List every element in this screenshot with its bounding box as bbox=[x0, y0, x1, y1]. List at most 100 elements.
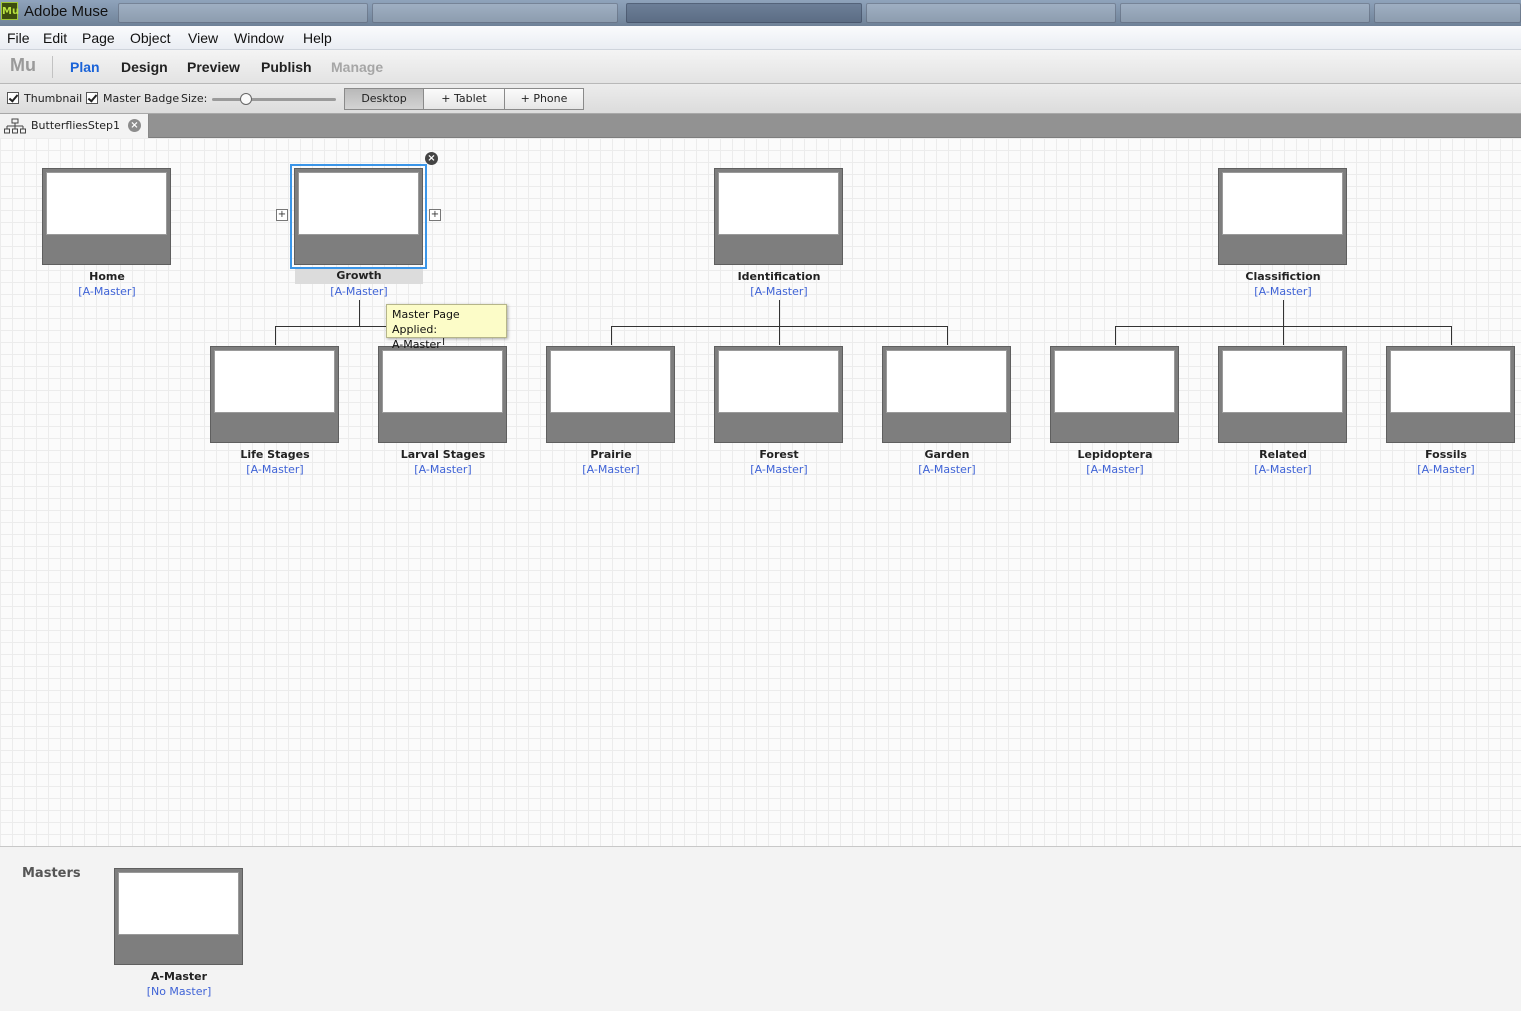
sitemap-icon bbox=[4, 118, 26, 134]
add-sibling-right-button[interactable]: + bbox=[429, 209, 441, 221]
master-badge-link[interactable]: [A-Master] bbox=[1371, 463, 1521, 476]
connector-line bbox=[779, 326, 780, 345]
connector-line bbox=[1283, 326, 1284, 345]
menu-bar bbox=[0, 26, 1521, 50]
mode-manage: Manage bbox=[331, 59, 384, 75]
page-thumbnail-fossils[interactable] bbox=[1386, 346, 1515, 443]
plus-icon: + bbox=[441, 92, 451, 105]
connector-line bbox=[1115, 326, 1116, 345]
master-badge-link[interactable]: [A-Master] bbox=[531, 463, 691, 476]
size-slider-thumb[interactable] bbox=[240, 93, 252, 105]
page-name[interactable]: Prairie bbox=[531, 448, 691, 461]
page-name[interactable]: Larval Stages bbox=[363, 448, 523, 461]
master-badge-link[interactable]: [A-Master] bbox=[27, 285, 187, 298]
master-badge-link[interactable]: [A-Master] bbox=[279, 285, 439, 298]
master-badge-link[interactable]: [A-Master] bbox=[1035, 463, 1195, 476]
master-thumbnail-a-master[interactable] bbox=[114, 868, 243, 965]
page-thumbnail-garden[interactable] bbox=[882, 346, 1011, 443]
mode-preview[interactable]: Preview bbox=[187, 59, 240, 75]
thumbnail-checkbox[interactable] bbox=[7, 92, 19, 104]
page-thumbnail-larval-stages[interactable] bbox=[378, 346, 507, 443]
master-badge-link[interactable]: [A-Master] bbox=[699, 463, 859, 476]
connector-line bbox=[611, 326, 612, 345]
layout-label: Phone bbox=[533, 92, 568, 105]
page-name[interactable]: Classifiction bbox=[1203, 270, 1363, 283]
master-badge-label: Master Badge bbox=[103, 92, 180, 105]
master-badge-checkbox[interactable] bbox=[86, 92, 98, 104]
taskbar-button[interactable] bbox=[372, 3, 618, 23]
page-name[interactable]: Identification bbox=[699, 270, 859, 283]
master-badge-link[interactable]: [A-Master] bbox=[363, 463, 523, 476]
master-badge-link[interactable]: [A-Master] bbox=[1203, 463, 1363, 476]
master-badge-link[interactable]: [A-Master] bbox=[867, 463, 1027, 476]
master-badge-link[interactable]: [No Master] bbox=[99, 985, 259, 998]
page-thumbnail-classifiction[interactable] bbox=[1218, 168, 1347, 265]
tooltip-line: Master Page Applied: bbox=[392, 308, 460, 336]
document-tab-label: ButterfliesStep1 bbox=[31, 119, 120, 132]
menu-edit[interactable]: Edit bbox=[43, 30, 67, 46]
add-sibling-left-button[interactable]: + bbox=[276, 209, 288, 221]
tooltip-line: A-Master bbox=[392, 338, 441, 351]
page-name[interactable]: Life Stages bbox=[195, 448, 355, 461]
layout-phone-button[interactable]: + Phone bbox=[504, 88, 584, 110]
layout-desktop-button[interactable]: Desktop bbox=[344, 88, 424, 110]
page-thumbnail-life-stages[interactable] bbox=[210, 346, 339, 443]
layout-label: Tablet bbox=[453, 92, 487, 105]
taskbar-button[interactable] bbox=[626, 3, 862, 23]
taskbar-button[interactable] bbox=[118, 3, 368, 23]
masters-title: Masters bbox=[22, 866, 81, 881]
page-name[interactable]: Lepidoptera bbox=[1035, 448, 1195, 461]
muse-logo: Mu bbox=[10, 55, 36, 75]
divider bbox=[52, 56, 53, 78]
close-icon[interactable]: × bbox=[128, 119, 141, 132]
page-thumbnail-identification[interactable] bbox=[714, 168, 843, 265]
document-tab-bar bbox=[0, 114, 1521, 138]
window-title: Adobe Muse bbox=[24, 3, 109, 20]
taskbar-button[interactable] bbox=[866, 3, 1116, 23]
menu-help[interactable]: Help bbox=[303, 30, 332, 46]
menu-object[interactable]: Object bbox=[130, 30, 170, 46]
title-bar: Mu Adobe Muse bbox=[0, 0, 1521, 26]
taskbar-button[interactable] bbox=[1120, 3, 1370, 23]
connector-line bbox=[947, 326, 948, 345]
layout-label: Desktop bbox=[361, 92, 407, 105]
connector-line bbox=[1283, 300, 1284, 326]
menu-view[interactable]: View bbox=[188, 30, 218, 46]
master-page-tooltip: Master Page Applied: A-Master bbox=[386, 304, 507, 351]
size-label: Size: bbox=[181, 92, 208, 105]
thumbnail-label: Thumbnail bbox=[24, 92, 83, 105]
connector-line bbox=[779, 300, 780, 326]
page-name[interactable]: Forest bbox=[699, 448, 859, 461]
plus-icon: + bbox=[520, 92, 530, 105]
layout-tablet-button[interactable]: + Tablet bbox=[423, 88, 505, 110]
menu-window[interactable]: Window bbox=[234, 30, 284, 46]
page-thumbnail-related[interactable] bbox=[1218, 346, 1347, 443]
mode-design[interactable]: Design bbox=[121, 59, 168, 75]
page-name[interactable]: Related bbox=[1203, 448, 1363, 461]
page-thumbnail-forest[interactable] bbox=[714, 346, 843, 443]
page-thumbnail-home[interactable] bbox=[42, 168, 171, 265]
master-name[interactable]: A-Master bbox=[99, 970, 259, 983]
page-thumbnail-lepidoptera[interactable] bbox=[1050, 346, 1179, 443]
app-icon: Mu bbox=[1, 2, 19, 20]
delete-page-icon[interactable]: × bbox=[425, 152, 438, 165]
mode-publish[interactable]: Publish bbox=[261, 59, 312, 75]
page-name[interactable]: Home bbox=[27, 270, 187, 283]
connector-line bbox=[275, 326, 276, 345]
master-badge-link[interactable]: [A-Master] bbox=[1203, 285, 1363, 298]
page-name[interactable]: Fossils bbox=[1371, 448, 1521, 461]
size-slider-track[interactable] bbox=[212, 98, 336, 101]
mode-bar: Mu Plan Design Preview Publish Manage bbox=[0, 50, 1521, 84]
master-badge-link[interactable]: [A-Master] bbox=[195, 463, 355, 476]
mode-plan[interactable]: Plan bbox=[70, 59, 100, 75]
page-name[interactable]: Garden bbox=[867, 448, 1027, 461]
page-thumbnail-prairie[interactable] bbox=[546, 346, 675, 443]
page-name[interactable]: Growth bbox=[295, 269, 423, 284]
menu-file[interactable]: File bbox=[7, 30, 30, 46]
taskbar-button[interactable] bbox=[1374, 3, 1521, 23]
page-thumbnail-growth[interactable] bbox=[290, 164, 427, 269]
menu-page[interactable]: Page bbox=[82, 30, 115, 46]
master-badge-link[interactable]: [A-Master] bbox=[699, 285, 859, 298]
connector-line bbox=[359, 300, 360, 326]
connector-line bbox=[1451, 326, 1452, 345]
